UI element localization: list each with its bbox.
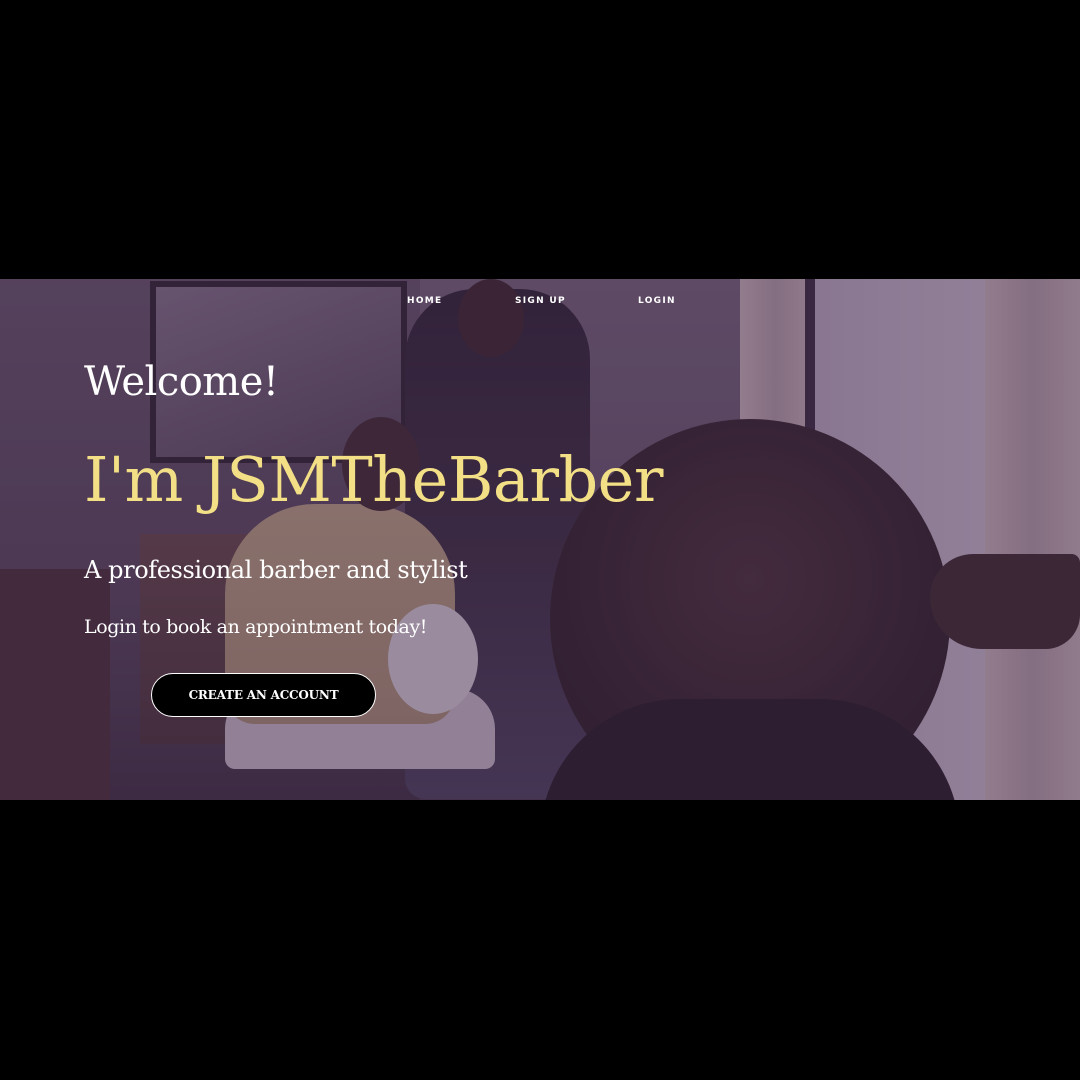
hero-subtitle: A professional barber and stylist [84, 556, 468, 584]
hero-section: HOME SIGN UP LOGIN Welcome! I'm JSMTheBa… [0, 279, 1080, 800]
welcome-heading: Welcome! [84, 359, 279, 405]
hero-title: I'm JSMTheBarber [84, 443, 664, 516]
hero-tagline: Login to book an appointment today! [84, 616, 428, 638]
nav-home-link[interactable]: HOME [407, 296, 443, 306]
nav-signup-link[interactable]: SIGN UP [515, 296, 566, 306]
page-frame: HOME SIGN UP LOGIN Welcome! I'm JSMTheBa… [0, 0, 1080, 1080]
create-account-button[interactable]: CREATE AN ACCOUNT [151, 673, 376, 717]
top-navigation: HOME SIGN UP LOGIN [0, 296, 1080, 310]
nav-login-link[interactable]: LOGIN [638, 296, 676, 306]
